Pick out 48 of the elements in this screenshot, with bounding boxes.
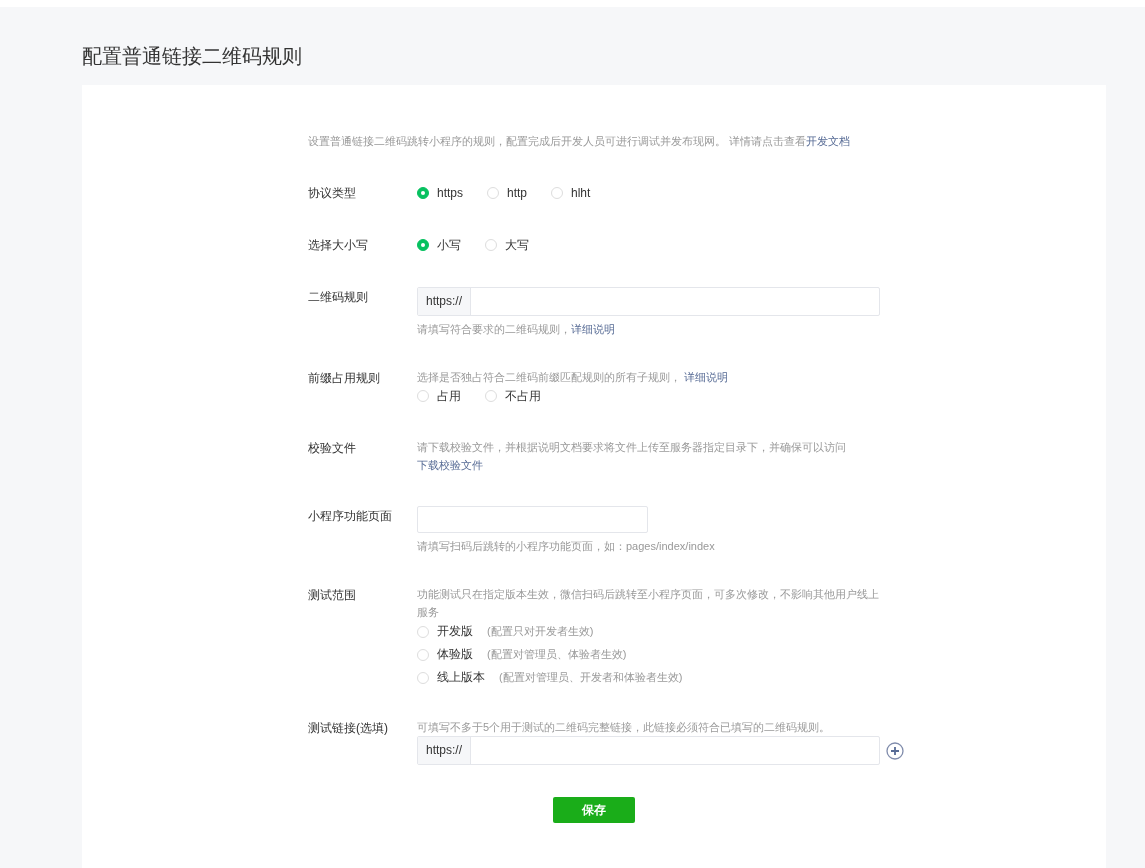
url-prefix: https:// [418,288,472,315]
radio-option[interactable]: 占用 [417,386,461,406]
radio-option[interactable]: hlht [551,183,591,203]
intro-text: 设置普通链接二维码跳转小程序的规则，配置完成后开发人员可进行调试并发布现网。 详情请点击查看开发文档 [308,134,852,149]
option-note: (配置只对开发者生效) [487,624,594,639]
radio-label: https [437,185,463,202]
radio-option[interactable]: https [417,183,463,203]
field-label: 前缀占用规则 [308,370,381,387]
option-note: (配置对管理员、体验者生效) [487,647,627,662]
option-note: (配置对管理员、开发者和体验者生效) [499,670,683,685]
radio-option[interactable]: 小写 [417,235,461,255]
radio-label: 占用 [437,388,461,405]
url-prefix: https:// [418,737,472,764]
field-label: 协议类型 [308,185,357,202]
field-label: 校验文件 [308,440,357,457]
radio-option[interactable]: 大写 [485,235,529,255]
page-path-field[interactable] [417,506,648,533]
radio-icon[interactable] [417,187,429,199]
docs-link[interactable]: 开发文档 [806,135,851,147]
url-input-field[interactable]: https:// [417,287,880,316]
radio-label[interactable]: 线上版本 [437,669,485,686]
field-description: 选择是否独占符合二维码前缀匹配规则的所有子规则， 详细说明 [417,370,729,385]
radio-label: hlht [571,185,591,202]
page-title: 配置普通链接二维码规则 [82,44,303,69]
field-label: 小程序功能页面 [308,508,393,525]
field-label: 测试范围 [308,587,357,604]
radio-label: 不占用 [505,388,541,405]
field-description: 请下载校验文件，并根据说明文档要求将文件上传至服务器指定目录下，并确保可以访问 [417,440,846,455]
details-link[interactable]: 详细说明 [571,323,615,335]
radio-label: http [507,185,528,202]
field-hint: 请填写符合要求的二维码规则，详细说明 [417,322,615,336]
radio-label[interactable]: 体验版 [437,646,473,663]
add-icon[interactable] [886,741,904,760]
radio-label: 小写 [437,237,461,254]
radio-label[interactable]: 开发版 [437,623,473,640]
download-link[interactable]: 下载校验文件 [417,456,483,474]
field-label: 选择大小写 [308,237,369,254]
radio-icon[interactable] [417,239,429,251]
field-hint: 请填写扫码后跳转的小程序功能页面，如：pages/index/index [417,539,715,553]
details-link[interactable]: 详细说明 [684,371,729,383]
field-label: 测试链接(选填) [308,720,389,737]
field-description: 可填写不多于5个用于测试的二维码完整链接，此链接必须符合已填写的二维码规则。 [417,720,831,735]
url-input-field[interactable]: https:// [417,736,880,765]
field-label: 二维码规则 [308,289,369,306]
radio-option[interactable]: http [487,183,528,203]
radio-label: 大写 [505,237,529,254]
radio-option[interactable]: 不占用 [485,386,541,406]
field-description: 功能测试只在指定版本生效，微信扫码后跳转至小程序页面，可多次修改，不影响其他用户线上服务 [417,587,880,620]
